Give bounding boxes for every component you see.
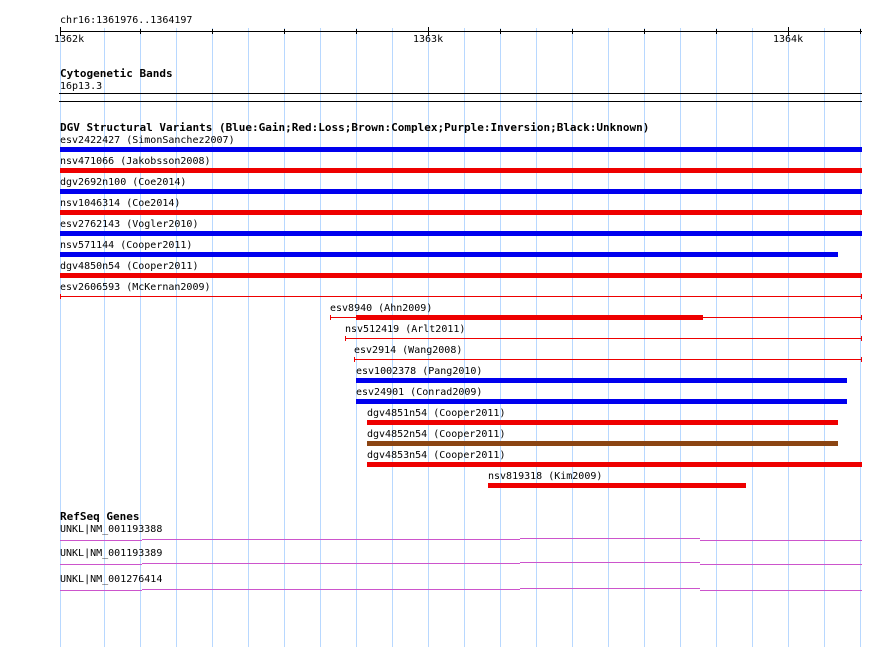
gene-transcript-line[interactable] [142,589,520,590]
variant-span-line[interactable] [60,296,862,297]
ruler-tick-label: 1362k [54,34,85,45]
ruler-axis [60,31,862,32]
variant-end-tick [330,315,331,320]
variant-bar[interactable] [356,378,847,383]
ruler-minor-tick [500,29,501,34]
gene-label[interactable]: UNKL|NM_001193388 [60,524,162,535]
variant-bar[interactable] [60,210,862,215]
ruler-minor-tick [284,29,285,34]
gene-transcript-line[interactable] [520,562,700,563]
variant-label[interactable]: esv8940 (Ahn2009) [330,303,432,314]
gene-transcript-line[interactable] [142,539,520,540]
cytoband-track-title[interactable]: Cytogenetic Bands [60,68,173,80]
variant-end-tick [861,336,862,341]
ruler-tick-label: 1363k [413,34,444,45]
gene-label[interactable]: UNKL|NM_001276414 [60,574,162,585]
variant-bar[interactable] [60,252,838,257]
gene-transcript-line[interactable] [700,590,862,591]
variant-bar[interactable] [60,231,862,236]
variant-label[interactable]: nsv571144 (Cooper2011) [60,240,192,251]
variant-bar[interactable] [60,147,862,152]
variant-label[interactable]: dgv4851n54 (Cooper2011) [367,408,505,419]
ruler-tick-label: 1364k [773,34,804,45]
ruler-minor-tick [140,29,141,34]
gene-transcript-line[interactable] [700,564,862,565]
ruler-minor-tick [212,29,213,34]
variant-bar[interactable] [356,399,847,404]
ruler-minor-tick [644,29,645,34]
variant-bar[interactable] [367,462,862,467]
gene-transcript-line[interactable] [60,564,142,565]
ruler-minor-tick [716,29,717,34]
cytoband-band-outline [59,101,862,102]
variant-bar[interactable] [367,441,838,446]
refseq-track-title[interactable]: RefSeq Genes [60,511,139,523]
variant-label[interactable]: esv1002378 (Pang2010) [356,366,482,377]
variant-bar[interactable] [60,189,862,194]
variant-label[interactable]: esv2762143 (Vogler2010) [60,219,198,230]
variant-end-tick [345,336,346,341]
variant-label[interactable]: nsv1046314 (Coe2014) [60,198,180,209]
gene-label[interactable]: UNKL|NM_001193389 [60,548,162,559]
cytoband-label: 16p13.3 [60,81,103,92]
variant-label[interactable]: esv2422427 (SimonSanchez2007) [60,135,235,146]
variant-label[interactable]: esv24901 (Conrad2009) [356,387,482,398]
variant-span-line[interactable] [354,359,862,360]
ruler-minor-tick [356,29,357,34]
gene-transcript-line[interactable] [60,590,142,591]
variant-end-tick [861,294,862,299]
variant-bar[interactable] [60,168,862,173]
variant-label[interactable]: dgv4853n54 (Cooper2011) [367,450,505,461]
variant-end-tick [354,357,355,362]
variant-label[interactable]: dgv4850n54 (Cooper2011) [60,261,198,272]
dgv-track-title[interactable]: DGV Structural Variants (Blue:Gain;Red:L… [60,122,649,134]
variant-bar[interactable] [367,420,838,425]
variant-end-tick [861,357,862,362]
gene-transcript-line[interactable] [520,588,700,589]
variant-label[interactable]: nsv819318 (Kim2009) [488,471,602,482]
variant-label[interactable]: nsv471066 (Jakobsson2008) [60,156,211,167]
variant-label[interactable]: dgv2692n100 (Coe2014) [60,177,186,188]
ruler-minor-tick [860,29,861,34]
variant-bar[interactable] [488,483,746,488]
variant-label[interactable]: nsv512419 (Arlt2011) [345,324,465,335]
variant-bar[interactable] [356,315,703,320]
position-label: chr16:1361976..1364197 [60,15,193,26]
ruler-minor-tick [572,29,573,34]
gene-transcript-line[interactable] [60,540,142,541]
variant-bar[interactable] [60,273,862,278]
variant-label[interactable]: esv2914 (Wang2008) [354,345,462,356]
variant-span-line[interactable] [345,338,862,339]
gene-transcript-line[interactable] [700,540,862,541]
variant-label[interactable]: esv2606593 (McKernan2009) [60,282,211,293]
variant-end-tick [60,294,61,299]
gene-transcript-line[interactable] [142,563,520,564]
variant-label[interactable]: dgv4852n54 (Cooper2011) [367,429,505,440]
gene-transcript-line[interactable] [520,538,700,539]
variant-end-tick [861,315,862,320]
cytoband-band[interactable] [59,93,862,94]
